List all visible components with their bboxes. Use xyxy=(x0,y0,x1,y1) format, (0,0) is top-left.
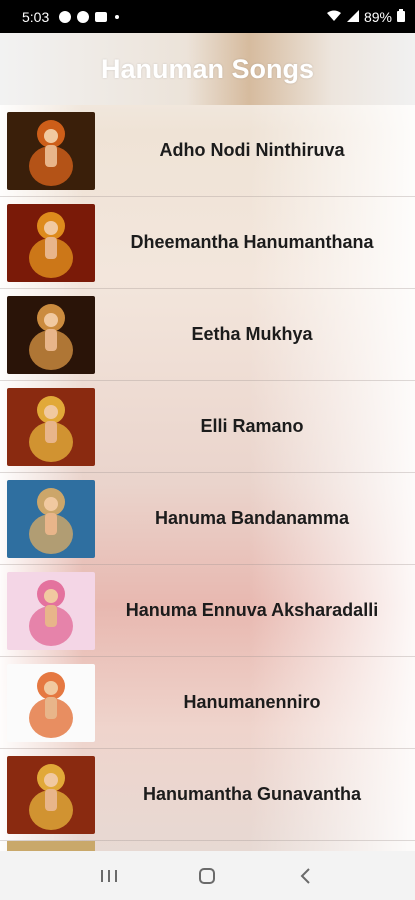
hanuman-thumbnail-image xyxy=(7,571,95,650)
back-button[interactable] xyxy=(286,856,326,896)
song-row[interactable]: Hanumanenniro xyxy=(0,657,415,749)
back-icon xyxy=(300,867,310,884)
song-title: Elli Ramano xyxy=(200,416,304,436)
signal-icon xyxy=(346,9,359,25)
song-title: Hanuma Bandanamma xyxy=(154,508,350,528)
battery-percent: 89% xyxy=(363,8,392,25)
hanuman-thumbnail-image xyxy=(7,295,95,374)
hanuman-thumbnail-image xyxy=(7,203,95,282)
song-row[interactable]: Adho Nodi Ninthiruva xyxy=(0,105,415,197)
hanuman-thumbnail-image xyxy=(7,841,95,851)
recent-apps-icon xyxy=(101,869,118,882)
home-icon xyxy=(199,867,216,884)
song-title: Adho Nodi Ninthiruva xyxy=(159,140,345,160)
status-left: 5:03 xyxy=(22,8,120,25)
song-row[interactable]: Hanuma Ennuva Aksharadalli xyxy=(0,565,415,657)
title-bar: Hanuman Songs xyxy=(0,33,415,105)
song-title: Eetha Mukhya xyxy=(191,324,313,344)
song-row[interactable]: Elli Ramano xyxy=(0,381,415,473)
song-title: Hanuma Ennuva Aksharadalli xyxy=(125,600,379,620)
status-right: 89% xyxy=(326,8,405,25)
song-title: Dheemantha Hanumanthana xyxy=(130,232,374,252)
hanuman-thumbnail-image xyxy=(7,479,95,558)
status-time: 5:03 xyxy=(22,8,50,25)
navigation-bar xyxy=(0,851,415,900)
home-button[interactable] xyxy=(187,856,227,896)
wifi-icon xyxy=(326,9,342,25)
battery-icon xyxy=(397,8,405,25)
app-screen: Hanuman Songs Adho Nodi Ninthiruva Dheema… xyxy=(0,33,415,851)
song-row[interactable]: Dheemantha Hanumanthana xyxy=(0,197,415,289)
pinterest-icon xyxy=(77,10,90,23)
song-row[interactable]: Hanuma Bandanamma xyxy=(0,473,415,565)
status-bar: 5:03 89% xyxy=(0,0,415,33)
song-row-partial[interactable] xyxy=(0,841,415,851)
song-title: Hanumanenniro xyxy=(183,692,321,712)
pinterest-icon xyxy=(59,10,72,23)
hanuman-thumbnail-image xyxy=(7,663,95,742)
song-row[interactable]: Hanumantha Gunavantha xyxy=(0,749,415,841)
song-title: Hanumantha Gunavantha xyxy=(142,784,362,804)
song-list[interactable]: Adho Nodi Ninthiruva Dheemantha Hanumanth… xyxy=(0,105,415,851)
message-icon xyxy=(95,11,108,22)
page-title: Hanuman Songs xyxy=(100,53,315,84)
song-row[interactable]: Eetha Mukhya xyxy=(0,289,415,381)
hanuman-thumbnail-image xyxy=(7,111,95,190)
dot-icon xyxy=(115,14,120,19)
hanuman-thumbnail-image xyxy=(7,387,95,466)
hanuman-thumbnail-image xyxy=(7,755,95,834)
recent-apps-button[interactable] xyxy=(89,856,129,896)
